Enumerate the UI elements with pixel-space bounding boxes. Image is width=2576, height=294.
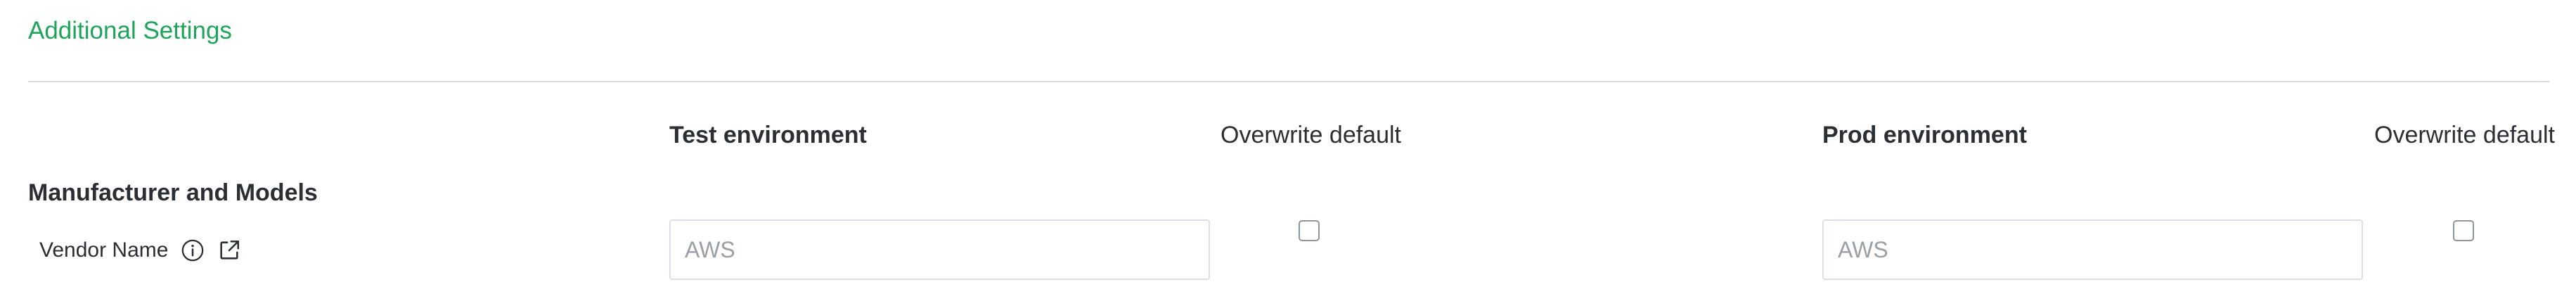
section-divider: [28, 81, 2549, 82]
vendor-name-label: Vendor Name: [39, 238, 169, 262]
vendor-name-prod-input[interactable]: [1822, 219, 2363, 280]
vendor-name-test-input[interactable]: [669, 219, 1210, 280]
column-header-overwrite-default-prod: Overwrite default: [2374, 122, 2555, 148]
group-title: Manufacturer and Models: [28, 179, 318, 206]
section-title: Additional Settings: [28, 17, 232, 44]
overwrite-default-prod-checkbox[interactable]: [2453, 220, 2474, 241]
overwrite-default-test-checkbox[interactable]: [1299, 220, 1320, 241]
column-header-prod-environment: Prod environment: [1822, 122, 2027, 148]
info-icon[interactable]: [181, 238, 205, 262]
column-header-overwrite-default-test: Overwrite default: [1221, 122, 1401, 148]
vendor-name-row-label: Vendor Name: [39, 235, 241, 266]
external-link-icon[interactable]: [217, 238, 241, 262]
column-header-test-environment: Test environment: [669, 122, 867, 148]
